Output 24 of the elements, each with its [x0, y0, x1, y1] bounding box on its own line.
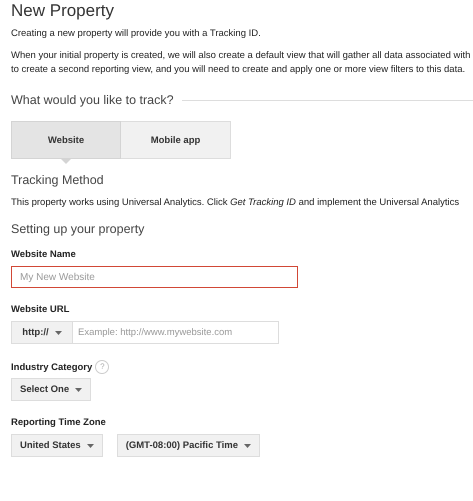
country-dropdown[interactable]: United States: [11, 434, 103, 457]
tracking-method-text: This property works using Universal Analytics. Click Get Tracking ID and implement the Universal Analytics: [11, 196, 460, 210]
category-dropdown[interactable]: Select One: [11, 378, 92, 401]
page-title: New Property: [11, 1, 115, 21]
caret-icon: [86, 444, 94, 448]
tab-pointer: [61, 159, 71, 164]
input-field[interactable]: My New Website: [11, 266, 298, 288]
field-label: Website URL: [11, 304, 70, 315]
field-label: Industry Category: [11, 362, 92, 372]
section-heading: What would you like to track?: [11, 93, 174, 107]
intro-text: When your initial property is created, we will also create a default view that will gather all data associated with: [11, 49, 472, 63]
field-label: Website Name: [11, 249, 77, 260]
section-heading: Tracking Method: [11, 173, 105, 187]
field-label: Reporting Time Zone: [11, 417, 107, 428]
caret-icon: [75, 388, 82, 392]
intro-text: Creating a new property will provide you with a Tracking ID.: [11, 27, 262, 41]
section-heading: Setting up your property: [11, 222, 146, 236]
time-zone-dropdown[interactable]: (GMT-08:00) Pacific Time: [116, 434, 260, 457]
caret-icon: [244, 444, 251, 448]
intro-text: to create a second reporting view, and you will need to create and apply one or more view filters to this data.: [11, 63, 466, 77]
tab[interactable]: Website: [11, 121, 121, 159]
tab[interactable]: Mobile app: [121, 121, 231, 159]
caret-icon: [54, 330, 62, 334]
protocol-dropdown[interactable]: http://: [11, 321, 73, 344]
